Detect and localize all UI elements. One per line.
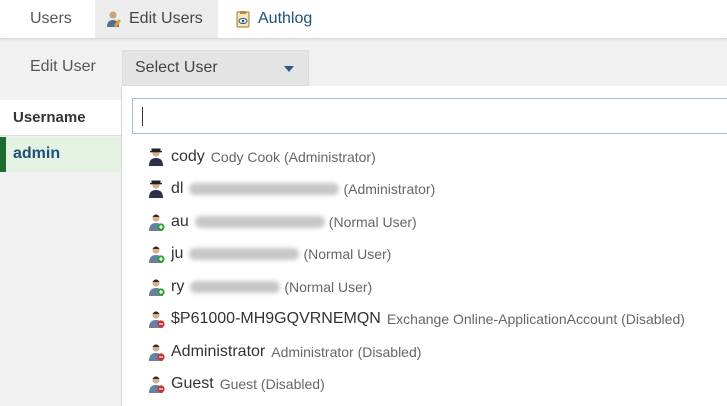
log-eye-icon (234, 10, 252, 28)
user-edit-icon (105, 10, 123, 28)
option-description: Exchange Online-ApplicationAccount (Disa… (386, 311, 685, 327)
option-description: (Normal User) (284, 279, 373, 295)
admin-user-icon (147, 148, 165, 166)
option-description: (Normal User) (303, 246, 392, 262)
admin-user-icon (147, 180, 165, 198)
chevron-down-icon (284, 66, 294, 72)
user-add-icon (147, 213, 165, 231)
user-disabled-icon (147, 310, 165, 328)
user-disabled-icon (147, 375, 165, 393)
column-header-username: Username (0, 100, 121, 136)
edit-user-label: Edit User (30, 58, 96, 75)
option-username: au (171, 213, 189, 230)
option-description: Administrator (Disabled) (271, 344, 422, 360)
redacted-text (189, 183, 340, 195)
user-add-icon (147, 278, 165, 296)
tab-edit-users-label: Edit Users (129, 10, 203, 27)
top-nav: Users Edit Users Authlog (0, 0, 727, 39)
list-item[interactable]: $P61000-MH9GQVRNEMQN Exchange Online-Appl… (147, 308, 685, 330)
redacted-text (189, 248, 300, 260)
option-description: Cody Cook (Administrator) (210, 149, 376, 165)
option-username: Administrator (171, 343, 266, 360)
option-username: ry (171, 278, 185, 295)
option-description: (Administrator) (343, 181, 436, 197)
user-add-icon (147, 245, 165, 263)
list-item[interactable]: cody Cody Cook (Administrator) (147, 146, 376, 168)
option-username: dl (171, 180, 184, 197)
search-input[interactable] (132, 98, 727, 134)
list-item[interactable]: Guest Guest (Disabled) (147, 373, 325, 395)
text-cursor (142, 107, 143, 126)
tab-authlog[interactable]: Authlog (224, 0, 334, 38)
user-select-value: Select User (135, 59, 218, 76)
list-item[interactable]: ju (Normal User) (147, 243, 391, 265)
option-username: Guest (171, 375, 214, 392)
user-dropdown: cody Cody Cook (Administrator) dl (Administ… (121, 86, 727, 406)
tab-authlog-label: Authlog (258, 10, 313, 27)
list-item[interactable]: Administrator Administrator (Disabled) (147, 341, 421, 363)
list-item[interactable]: ry (Normal User) (147, 276, 372, 298)
redacted-text (194, 216, 325, 228)
list-item[interactable]: au (Normal User) (147, 211, 417, 233)
tab-users-label: Users (30, 10, 72, 27)
option-description: (Normal User) (328, 214, 417, 230)
list-item[interactable]: dl (Administrator) (147, 178, 435, 200)
redacted-text (190, 281, 281, 293)
table-cell-username: admin (13, 145, 61, 162)
option-description: Guest (Disabled) (219, 376, 325, 392)
user-disabled-icon (147, 343, 165, 361)
option-username: ju (171, 245, 184, 262)
table-row[interactable]: admin (0, 137, 121, 172)
tab-users[interactable]: Users (20, 0, 90, 38)
tab-edit-users[interactable]: Edit Users (95, 0, 218, 38)
user-select[interactable]: Select User (122, 50, 309, 86)
option-username: cody (171, 148, 205, 165)
option-username: $P61000-MH9GQVRNEMQN (171, 310, 381, 327)
user-table: Username admin (0, 100, 121, 406)
